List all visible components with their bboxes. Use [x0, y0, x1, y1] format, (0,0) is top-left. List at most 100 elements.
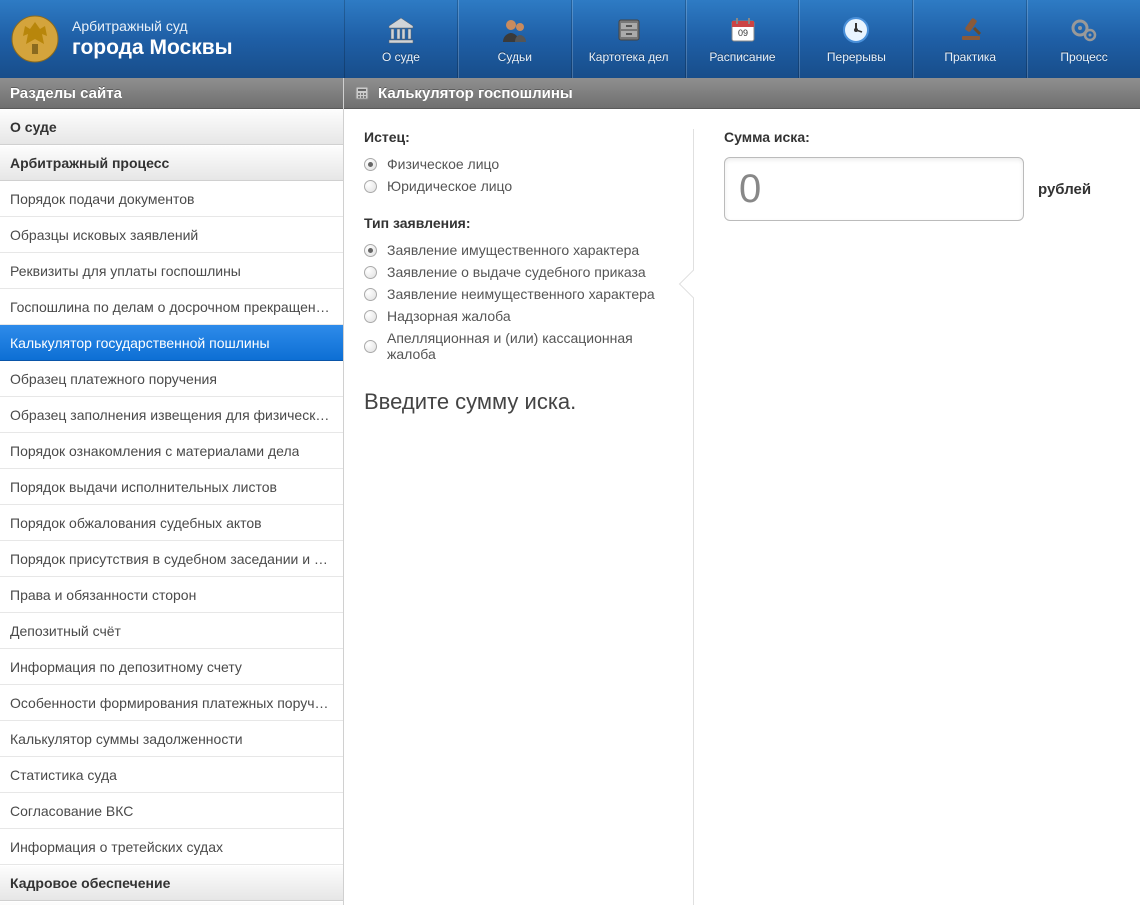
radio-label: Заявление о выдаче судебного приказа — [387, 264, 646, 280]
radio-icon — [364, 180, 377, 193]
radio-icon — [364, 244, 377, 257]
sidebar-header: Разделы сайта — [0, 78, 343, 109]
emblem-icon — [10, 14, 60, 64]
sidebar-item[interactable]: Статистика суда — [0, 757, 343, 793]
sum-column: Сумма иска: рублей — [694, 129, 1140, 905]
sidebar-item-label: Калькулятор суммы задолженности — [10, 731, 243, 747]
sidebar-item[interactable]: Пресс-служба — [0, 901, 343, 905]
sidebar-item-label: Госпошлина по делам о досрочном прекраще… — [10, 299, 330, 315]
header-brand[interactable]: Арбитражный суд города Москвы — [0, 0, 344, 78]
sidebar-item-label: Порядок обжалования судебных актов — [10, 515, 262, 531]
plaintiff-radio-group: Физическое лицо Юридическое лицо — [364, 153, 673, 197]
nav-cases[interactable]: Картотека дел — [572, 0, 686, 78]
sidebar-item[interactable]: Образец заполнения извещения для физичес… — [0, 397, 343, 433]
sidebar-item[interactable]: Информация о третейских судах — [0, 829, 343, 865]
sidebar-item[interactable]: Калькулятор суммы задолженности — [0, 721, 343, 757]
nav-schedule[interactable]: 09 Расписание — [686, 0, 800, 78]
judges-icon — [499, 14, 531, 46]
claim-type-label: Тип заявления: — [364, 215, 673, 231]
sidebar-item[interactable]: Госпошлина по делам о досрочном прекраще… — [0, 289, 343, 325]
radio-label: Заявление неимущественного характера — [387, 286, 655, 302]
content: Калькулятор госпошлины Истец: Физическое… — [344, 78, 1140, 905]
sidebar-item-label: Образец заполнения извещения для физичес… — [10, 407, 329, 423]
sum-label: Сумма иска: — [724, 129, 1120, 145]
header-title-line1: Арбитражный суд — [72, 18, 233, 34]
sidebar-item[interactable]: Порядок обжалования судебных актов — [0, 505, 343, 541]
nav-about[interactable]: О суде — [344, 0, 458, 78]
radio-icon — [364, 288, 377, 301]
sidebar-item-label: Информация по депозитному счету — [10, 659, 242, 675]
sidebar-item[interactable]: Права и обязанности сторон — [0, 577, 343, 613]
claim-type-option[interactable]: Заявление имущественного характера — [364, 239, 673, 261]
court-building-icon — [385, 14, 417, 46]
nav-judges[interactable]: Судьи — [458, 0, 572, 78]
sidebar-item-label: Порядок выдачи исполнительных листов — [10, 479, 277, 495]
prompt-text: Введите сумму иска. — [364, 389, 673, 415]
sidebar-item[interactable]: Образец платежного поручения — [0, 361, 343, 397]
sum-unit: рублей — [1038, 181, 1091, 198]
content-header: Калькулятор госпошлины — [344, 78, 1140, 109]
sidebar-list[interactable]: О суде Арбитражный процесс Порядок подачи … — [0, 109, 343, 905]
radio-label: Юридическое лицо — [387, 178, 512, 194]
sidebar-item-label: Депозитный счёт — [10, 623, 121, 639]
plaintiff-label: Истец: — [364, 129, 673, 145]
sidebar-item-label: Порядок присутствия в судебном заседании… — [10, 551, 328, 567]
gears-icon — [1068, 14, 1100, 46]
radio-icon — [364, 310, 377, 323]
nav-practice[interactable]: Практика — [913, 0, 1027, 78]
svg-text:09: 09 — [737, 28, 747, 38]
sidebar-item[interactable]: Порядок выдачи исполнительных листов — [0, 469, 343, 505]
sidebar-item-label: Кадровое обеспечение — [10, 875, 170, 891]
sidebar-item-label: Согласование ВКС — [10, 803, 133, 819]
app-header: Арбитражный суд города Москвы О суде Суд… — [0, 0, 1140, 78]
sidebar-item[interactable]: Порядок подачи документов — [0, 181, 343, 217]
claim-type-option[interactable]: Надзорная жалоба — [364, 305, 673, 327]
form-column: Истец: Физическое лицо Юридическое лицо Т… — [344, 129, 694, 905]
sidebar-item[interactable]: О суде — [0, 109, 343, 145]
sidebar-item[interactable]: Порядок присутствия в судебном заседании… — [0, 541, 343, 577]
sidebar-item[interactable]: Депозитный счёт — [0, 613, 343, 649]
claim-type-option[interactable]: Заявление неимущественного характера — [364, 283, 673, 305]
sidebar-item-label: Порядок подачи документов — [10, 191, 194, 207]
claim-type-option[interactable]: Апелляционная и (или) кассационная жалоб… — [364, 327, 673, 365]
radio-label: Надзорная жалоба — [387, 308, 511, 324]
plaintiff-option[interactable]: Юридическое лицо — [364, 175, 673, 197]
sidebar-item[interactable]: Образцы исковых заявлений — [0, 217, 343, 253]
nav-process[interactable]: Процесс — [1027, 0, 1140, 78]
file-cabinet-icon — [613, 14, 645, 46]
sidebar-item[interactable]: Кадровое обеспечение — [0, 865, 343, 901]
sidebar-item-label: Реквизиты для уплаты госпошлины — [10, 263, 241, 279]
sidebar-item[interactable]: Особенности формирования платежных поруч… — [0, 685, 343, 721]
sidebar-item-label: Информация о третейских судах — [10, 839, 223, 855]
radio-label: Апелляционная и (или) кассационная жалоб… — [387, 330, 673, 362]
nav-breaks[interactable]: Перерывы — [799, 0, 913, 78]
sidebar-item-label: Статистика суда — [10, 767, 117, 783]
radio-label: Физическое лицо — [387, 156, 499, 172]
radio-label: Заявление имущественного характера — [387, 242, 639, 258]
claim-type-option[interactable]: Заявление о выдаче судебного приказа — [364, 261, 673, 283]
sidebar-item-label: Особенности формирования платежных поруч… — [10, 695, 329, 711]
sidebar-item[interactable]: Калькулятор государственной пошлины — [0, 325, 343, 361]
radio-icon — [364, 340, 377, 353]
sidebar-item[interactable]: Реквизиты для уплаты госпошлины — [0, 253, 343, 289]
sidebar-item[interactable]: Порядок ознакомления с материалами дела — [0, 433, 343, 469]
sidebar-item[interactable]: Информация по депозитному счету — [0, 649, 343, 685]
clock-icon — [840, 14, 872, 46]
calendar-icon: 09 — [727, 14, 759, 46]
content-title: Калькулятор госпошлины — [378, 85, 573, 102]
sidebar-item-label: Образец платежного поручения — [10, 371, 217, 387]
sum-input[interactable] — [724, 157, 1024, 221]
claim-type-radio-group: Заявление имущественного характера Заявле… — [364, 239, 673, 365]
sidebar: Разделы сайта О суде Арбитражный процесс П… — [0, 78, 344, 905]
sidebar-item[interactable]: Согласование ВКС — [0, 793, 343, 829]
calculator-icon — [354, 85, 370, 101]
sidebar-item-label: О суде — [10, 119, 57, 135]
sidebar-item[interactable]: Арбитражный процесс — [0, 145, 343, 181]
sidebar-item-label: Права и обязанности сторон — [10, 587, 196, 603]
sidebar-item-label: Арбитражный процесс — [10, 155, 169, 171]
radio-icon — [364, 266, 377, 279]
plaintiff-option[interactable]: Физическое лицо — [364, 153, 673, 175]
radio-icon — [364, 158, 377, 171]
sidebar-item-label: Образцы исковых заявлений — [10, 227, 198, 243]
header-nav: О суде Судьи Картотека дел 09 Расписание… — [344, 0, 1140, 78]
